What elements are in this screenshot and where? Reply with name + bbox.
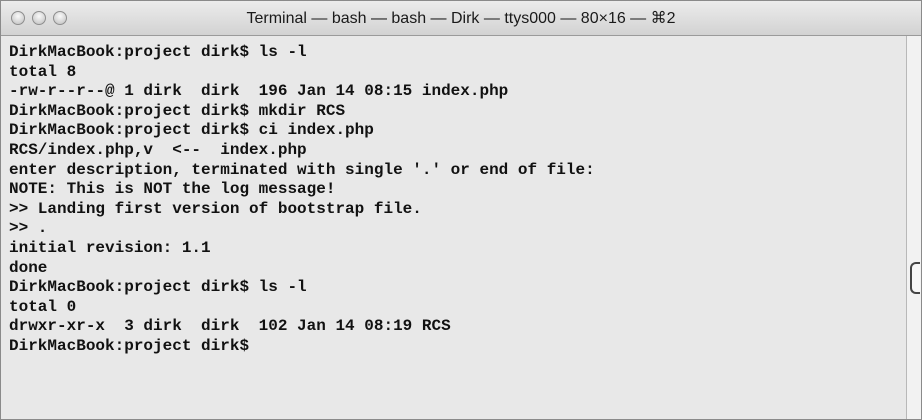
terminal-line: DirkMacBook:project dirk$ ci index.php [9, 121, 374, 140]
terminal-line: drwxr-xr-x 3 dirk dirk 102 Jan 14 08:19 … [9, 317, 451, 336]
terminal-line: DirkMacBook:project dirk$ mkdir RCS [9, 101, 346, 120]
terminal-line: enter description, terminated with singl… [9, 160, 595, 179]
terminal-line: NOTE: This is NOT the log message! [9, 180, 336, 199]
vertical-scrollbar[interactable] [906, 36, 921, 419]
terminal-line: DirkMacBook:project dirk$ ls -l [9, 43, 307, 61]
terminal-line: DirkMacBook:project dirk$ ls -l [9, 278, 307, 297]
terminal-line: RCS/index.php,v <-- index.php [9, 140, 307, 159]
terminal-line: total 8 [9, 62, 77, 81]
terminal-line: -rw-r--r--@ 1 dirk dirk 196 Jan 14 08:15… [9, 82, 509, 101]
terminal-line: total 0 [9, 297, 77, 316]
terminal-line: initial revision: 1.1 [9, 238, 211, 257]
title-bar[interactable]: Terminal — bash — bash — Dirk — ttys000 … [1, 1, 921, 36]
terminal-output[interactable]: DirkMacBook:project dirk$ ls -l total 8 … [1, 36, 906, 419]
window-title: Terminal — bash — bash — Dirk — ttys000 … [246, 10, 676, 27]
terminal-line: >> . [9, 219, 48, 238]
terminal-line: done [9, 258, 48, 277]
scrollbar-knob[interactable] [910, 262, 920, 294]
terminal-line: >> Landing first version of bootstrap fi… [9, 199, 422, 218]
terminal-prompt-line[interactable]: DirkMacBook:project dirk$ [9, 337, 906, 357]
terminal-window: Terminal — bash — bash — Dirk — ttys000 … [0, 0, 922, 420]
